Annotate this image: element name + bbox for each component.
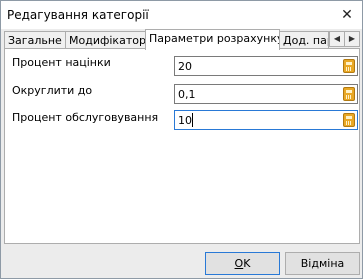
tab-panel: Процент націнки 20 Округлити до 0,1 Проц… — [4, 48, 360, 244]
tab-scroll-left-icon[interactable]: ◀ — [329, 31, 345, 47]
tab-modifiers[interactable]: Модифікатори — [65, 31, 146, 48]
text-caret — [192, 113, 193, 127]
tab-general[interactable]: Загальне — [4, 31, 66, 48]
calculator-icon[interactable] — [343, 87, 355, 101]
close-icon[interactable]: ✕ — [332, 1, 362, 29]
tab-additional-params-label: Дод. пар — [283, 34, 329, 47]
dialog-window: Редагування категорії ✕ Загальне Модифік… — [0, 0, 363, 279]
tab-calculation-params[interactable]: Параметри розрахунку — [145, 29, 280, 50]
tab-modifiers-label: Модифікатори — [69, 34, 146, 47]
service-percent-label: Процент обслуговування — [12, 111, 159, 124]
dialog-footer: OK Відміна — [1, 244, 362, 278]
round-to-input[interactable]: 0,1 — [174, 84, 358, 104]
tab-scroll-right-icon[interactable]: ▶ — [344, 31, 360, 47]
tab-strip: Загальне Модифікатори Параметри розрахун… — [4, 29, 360, 50]
service-percent-input[interactable]: 10 — [174, 110, 358, 130]
calculator-icon[interactable] — [343, 59, 355, 73]
window-title: Редагування категорії — [7, 8, 149, 22]
markup-percent-input[interactable]: 20 — [174, 56, 358, 76]
tab-general-label: Загальне — [8, 34, 62, 47]
service-percent-value: 10 — [178, 114, 192, 127]
round-to-label: Округлити до — [12, 84, 93, 97]
markup-percent-label: Процент націнки — [12, 56, 111, 69]
cancel-button[interactable]: Відміна — [285, 252, 360, 275]
ok-button[interactable]: OK — [205, 252, 280, 275]
tab-calculation-params-label: Параметри розрахунку — [149, 32, 280, 45]
markup-percent-value: 20 — [178, 60, 192, 73]
tab-additional-params[interactable]: Дод. пар — [279, 31, 329, 48]
ok-rest: K — [243, 257, 251, 270]
title-bar: Редагування категорії ✕ — [1, 1, 362, 29]
ok-mnemonic: O — [234, 257, 244, 270]
round-to-value: 0,1 — [178, 88, 196, 101]
calculator-icon[interactable] — [343, 113, 355, 127]
